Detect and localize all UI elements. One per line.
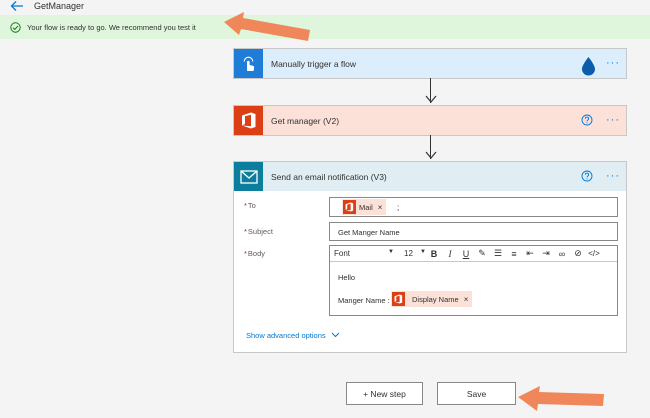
bold-icon[interactable]: B	[426, 249, 442, 259]
underline-icon[interactable]: U	[458, 249, 474, 259]
chevron-down-icon	[331, 331, 340, 340]
token-label: Mail	[359, 202, 373, 212]
top-bar: GetManager	[0, 0, 650, 14]
step-title: Send an email notification (V3)	[271, 172, 387, 182]
step-connector	[425, 135, 437, 161]
step-card-get-manager[interactable]: Get manager (V2) ···	[233, 105, 627, 136]
more-options-icon[interactable]: ···	[606, 114, 620, 126]
ready-banner: Your flow is ready to go. We recommend y…	[0, 15, 650, 39]
body-line-manager-prefix: Manger Name :	[338, 296, 390, 305]
step-card-trigger[interactable]: Manually trigger a flow ···	[233, 48, 627, 79]
more-options-icon[interactable]: ···	[606, 57, 620, 69]
more-options-icon[interactable]: ···	[606, 170, 620, 182]
back-arrow-icon[interactable]	[10, 0, 24, 12]
body-editor[interactable]: Font ▼ 12 ▼ B I U ✎ ☰ ≡ ⇤ ⇥ ∞ ⊘ </> Hell…	[329, 245, 618, 316]
subject-value: Get Manger Name	[338, 228, 400, 237]
bullet-list-icon[interactable]: ☰	[490, 248, 506, 259]
highlight-pen-icon[interactable]: ✎	[474, 248, 490, 259]
help-icon[interactable]	[581, 170, 593, 182]
subject-label: *Subject	[244, 227, 273, 236]
help-icon[interactable]	[581, 114, 593, 126]
check-circle-icon	[10, 22, 21, 33]
rich-text-toolbar: Font ▼ 12 ▼ B I U ✎ ☰ ≡ ⇤ ⇥ ∞ ⊘ </>	[330, 246, 617, 262]
chevron-down-icon: ▼	[388, 249, 394, 255]
recipient-separator: ;	[397, 203, 400, 212]
step-title: Manually trigger a flow	[271, 59, 357, 69]
annotation-arrow-icon	[224, 12, 310, 41]
office-icon	[234, 106, 263, 135]
to-label: *To	[244, 201, 256, 210]
subject-field[interactable]: Get Manger Name	[329, 222, 618, 241]
increase-indent-icon[interactable]: ⇥	[538, 248, 554, 259]
step-connector	[425, 78, 437, 105]
step-header[interactable]: Manually trigger a flow ···	[234, 49, 626, 78]
new-step-button[interactable]: + New step	[346, 382, 423, 405]
display-name-token[interactable]: Display Name ×	[391, 291, 473, 307]
banner-message: Your flow is ready to go. We recommend y…	[27, 23, 196, 32]
unlink-icon[interactable]: ⊘	[570, 248, 586, 259]
italic-icon[interactable]: I	[442, 249, 458, 259]
office-icon	[343, 200, 356, 214]
to-field[interactable]: Mail × ;	[329, 197, 618, 217]
step-title: Get manager (V2)	[271, 116, 340, 126]
annotation-arrow-icon	[518, 386, 604, 411]
save-button[interactable]: Save	[437, 382, 516, 405]
decrease-indent-icon[interactable]: ⇤	[522, 248, 538, 259]
font-select[interactable]: Font ▼	[330, 249, 398, 258]
step-header[interactable]: Send an email notification (V3) ···	[234, 162, 626, 191]
mail-token[interactable]: Mail ×	[342, 199, 387, 215]
body-line-hello: Hello	[338, 273, 356, 282]
font-size-select[interactable]: 12 ▼	[404, 249, 426, 258]
token-label: Display Name	[412, 294, 459, 304]
remove-token-icon[interactable]: ×	[464, 295, 469, 304]
link-icon[interactable]: ∞	[554, 249, 570, 259]
show-advanced-options-link[interactable]: Show advanced options	[246, 331, 340, 340]
mail-icon	[234, 162, 263, 191]
step-card-send-email[interactable]: Send an email notification (V3) ··· *To …	[233, 161, 627, 353]
step-header[interactable]: Get manager (V2) ···	[234, 106, 626, 135]
remove-token-icon[interactable]: ×	[378, 203, 383, 212]
numbered-list-icon[interactable]: ≡	[506, 249, 522, 259]
flow-title: GetManager	[34, 1, 85, 11]
code-view-icon[interactable]: </>	[586, 249, 602, 258]
office-icon	[392, 292, 405, 306]
touch-icon	[234, 49, 263, 78]
body-label: *Body	[244, 249, 266, 258]
water-drop-icon	[582, 57, 595, 76]
